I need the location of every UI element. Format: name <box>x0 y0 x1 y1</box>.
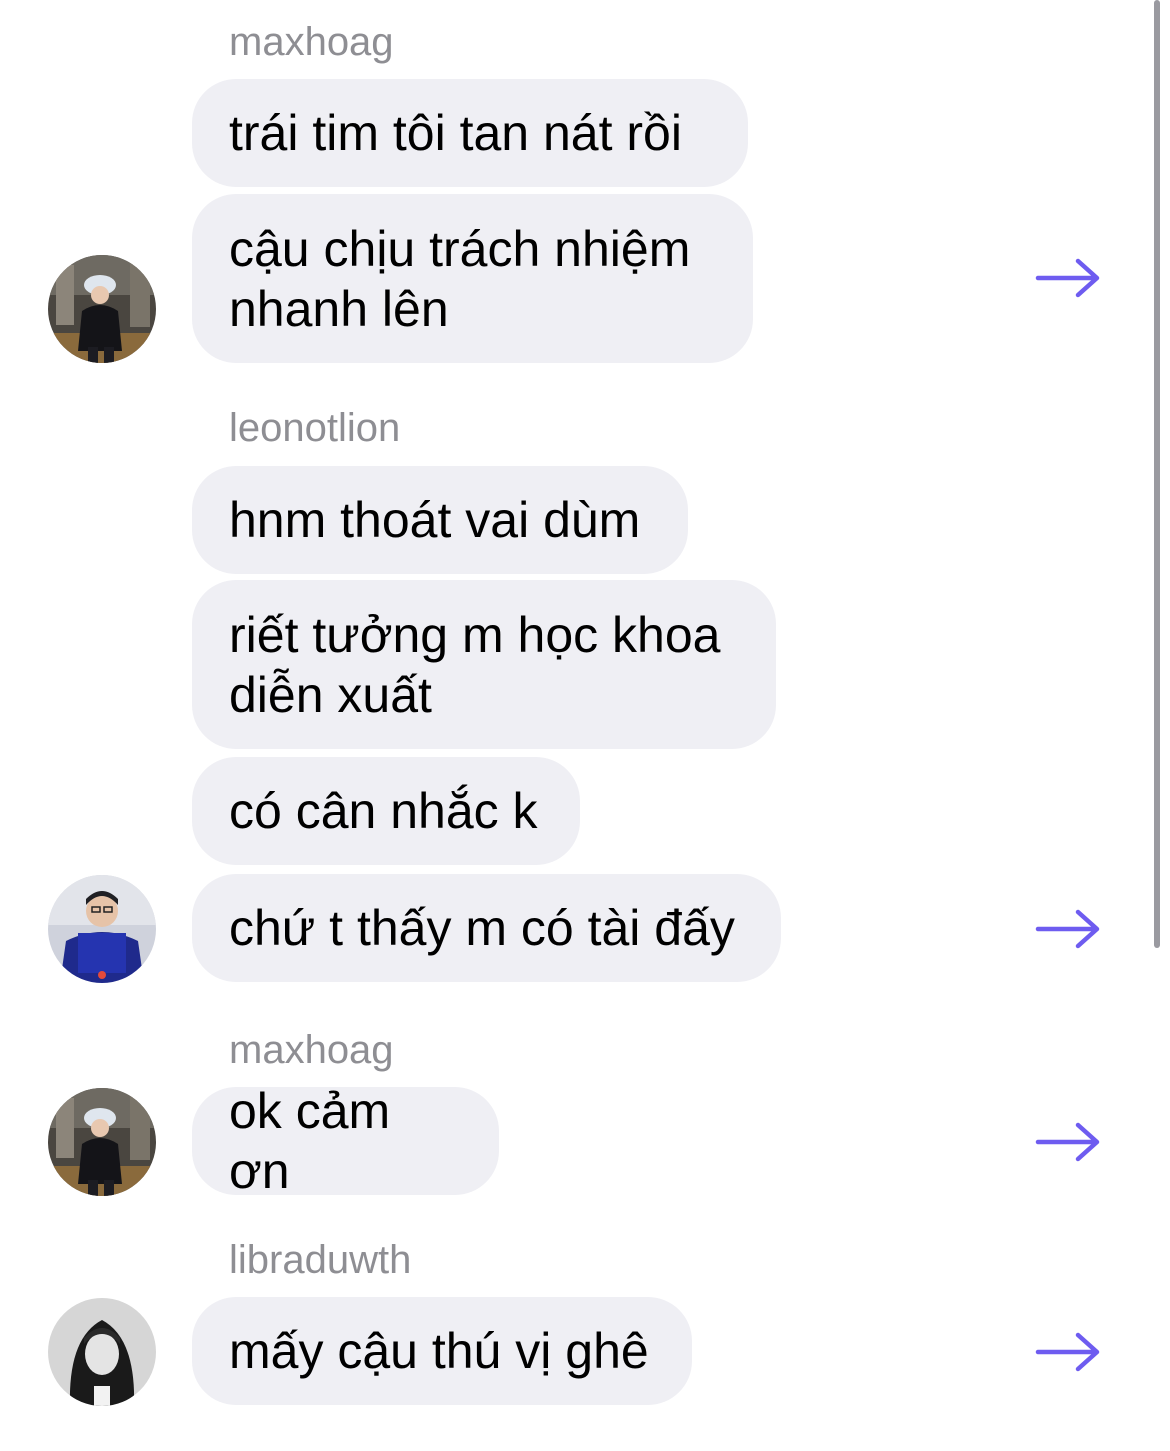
sender-name: maxhoag <box>229 20 394 64</box>
message-bubble[interactable]: trái tim tôi tan nát rồi <box>192 79 748 187</box>
message-bubble[interactable]: ok cảm ơn <box>192 1083 499 1199</box>
message-bubble[interactable]: hnm thoát vai dùm <box>192 466 688 574</box>
avatar[interactable] <box>48 1088 156 1196</box>
chat-thread: maxhoag trái tim tôi tan nát rồi cậu chị… <box>0 0 1170 1451</box>
sender-name: maxhoag <box>229 1028 394 1072</box>
arrow-right-icon[interactable] <box>1032 256 1104 300</box>
message-bubble[interactable]: có cân nhắc k <box>192 757 580 865</box>
sender-name: leonotlion <box>229 406 401 450</box>
avatar[interactable] <box>48 1298 156 1406</box>
message-bubble[interactable]: chứ t thấy m có tài đấy <box>192 874 781 982</box>
person-photo-icon <box>48 1088 156 1196</box>
avatar[interactable] <box>48 255 156 363</box>
arrow-right-icon[interactable] <box>1032 1120 1104 1164</box>
scrollbar[interactable] <box>1154 0 1160 948</box>
person-photo-icon <box>48 255 156 363</box>
person-photo-icon <box>48 875 156 983</box>
message-bubble[interactable]: mấy cậu thú vị ghê <box>192 1297 692 1405</box>
message-bubble[interactable]: cậu chịu trách nhiệm nhanh lên <box>192 194 753 363</box>
avatar[interactable] <box>48 875 156 983</box>
arrow-right-icon[interactable] <box>1032 907 1104 951</box>
arrow-right-icon[interactable] <box>1032 1330 1104 1374</box>
message-bubble[interactable]: riết tưởng m học khoa diễn xuất <box>192 580 776 749</box>
person-photo-icon <box>48 1298 156 1406</box>
sender-name: libraduwth <box>229 1238 412 1282</box>
